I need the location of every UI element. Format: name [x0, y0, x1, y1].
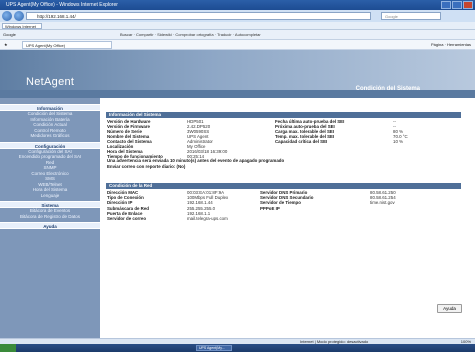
taskbar: UPS Agent(My... — [0, 344, 475, 352]
page-tools[interactable]: Página · Herramientas — [431, 40, 471, 50]
info-label: Capacidad crítica del SEI — [275, 139, 328, 144]
system-info-heading: Información del Sistema — [106, 112, 461, 118]
start-button[interactable] — [0, 344, 16, 352]
sidebar: Información Condición del Sistema Informac… — [0, 98, 100, 350]
forward-icon[interactable] — [14, 11, 24, 21]
help-button[interactable]: Ayuda — [437, 304, 462, 313]
maximize-icon[interactable] — [452, 1, 462, 9]
sidebar-item[interactable]: Medidores Gráficos — [0, 133, 100, 139]
window-title: UPS Agent(My Office) - Windows Internet … — [6, 2, 118, 8]
sidebar-section-0: Información — [0, 104, 100, 111]
daily-report: Enviar correo con reporte diario: (No) — [107, 163, 186, 169]
shutdown-note: Una advertencia será enviada 10 minuto(s… — [107, 158, 377, 169]
info-value: mail.telegra-ups.com — [187, 216, 228, 221]
address-input[interactable]: http://192.168.1.44/ — [26, 12, 371, 20]
info-label: PPPoE IP — [260, 205, 280, 211]
info-row: Servidor de correo mail.telegra-ups.com — [107, 216, 228, 221]
taskbar-item[interactable]: UPS Agent(My... — [196, 345, 232, 351]
sidebar-section-1: Configuración — [0, 141, 100, 149]
info-value: time.nist.gov — [370, 200, 395, 206]
star-icon[interactable]: ★ — [4, 42, 8, 47]
sidebar-item[interactable]: Bitácora de Registro de Datos — [0, 214, 100, 220]
back-icon[interactable] — [2, 11, 12, 21]
search-input[interactable]: Google — [381, 12, 441, 20]
browser-title-bar: UPS Agent(My Office) - Windows Internet … — [0, 0, 475, 10]
tab-ups-agent[interactable]: UPS Agent(My Office) — [22, 41, 112, 49]
app-logo: NetAgent — [26, 76, 75, 88]
network-heading: Condición de la Red — [106, 183, 461, 189]
google-label: Google — [3, 32, 16, 37]
page-title: Condición del Sistema — [355, 86, 420, 92]
info-value: 10 % — [393, 139, 404, 144]
info-label: Servidor de correo — [107, 216, 147, 221]
window-controls — [441, 1, 473, 9]
google-toolbar: Google Buscar · Compartir · Sidewiki · C… — [0, 30, 475, 40]
info-row: PPPoE IP — [260, 206, 280, 211]
toolbar-links[interactable]: Buscar · Compartir · Sidewiki · Comproba… — [120, 30, 261, 40]
info-row: Capacidad crítica del SEI 10 % — [275, 139, 403, 144]
address-bar-row: http://192.168.1.44/ Google — [0, 10, 475, 22]
menu-bar: Windows Internet — [0, 22, 475, 30]
sidebar-section-3: Ayuda — [0, 222, 100, 229]
favorites-bar: ★ UPS Agent(My Office) Página · Herramie… — [0, 40, 475, 50]
sidebar-section-2: Sistema — [0, 201, 100, 208]
tab-windows-internet[interactable]: Windows Internet — [2, 23, 42, 29]
sidebar-item[interactable]: Lenguaje — [0, 193, 100, 199]
close-icon[interactable] — [463, 1, 473, 9]
minimize-icon[interactable] — [441, 1, 451, 9]
